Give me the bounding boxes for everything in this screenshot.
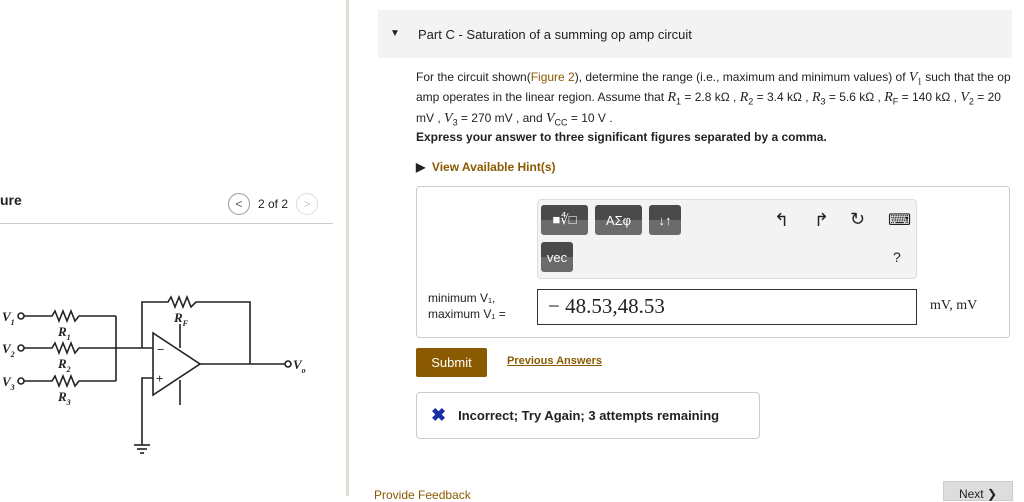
- svg-text:RF: RF: [173, 310, 189, 328]
- answer-label: minimum V₁, maximum V₁ =: [428, 291, 506, 321]
- previous-answers-link[interactable]: Previous Answers: [507, 355, 602, 367]
- next-button[interactable]: Next ❯: [943, 481, 1013, 501]
- instructions: Express your answer to three significant…: [416, 130, 827, 144]
- reset-icon[interactable]: ↻: [850, 209, 865, 230]
- feedback-text: Incorrect; Try Again; 3 attempts remaini…: [458, 408, 720, 423]
- figure-panel: ure < 2 of 2 > V1 V2 V3 R1 R2 R3 RF Vo −…: [0, 0, 346, 496]
- svg-text:+: +: [156, 371, 163, 386]
- answer-input[interactable]: − 48.53,48.53: [537, 289, 917, 325]
- greek-button[interactable]: ΑΣφ: [595, 205, 642, 235]
- divider: [0, 223, 333, 224]
- svg-text:R2: R2: [57, 356, 71, 374]
- svg-text:R1: R1: [57, 324, 71, 342]
- answer-units: mV, mV: [930, 298, 978, 313]
- view-hints-link[interactable]: ▶ View Available Hint(s): [416, 160, 556, 174]
- figure-link[interactable]: Figure 2: [531, 70, 575, 84]
- keyboard-icon[interactable]: ⌨: [888, 210, 911, 230]
- svg-text:Vo: Vo: [293, 357, 306, 375]
- help-icon[interactable]: ?: [893, 249, 901, 265]
- panel-divider[interactable]: [346, 0, 349, 496]
- collapse-caret-icon[interactable]: ▼: [390, 28, 400, 39]
- pager-text: 2 of 2: [258, 197, 289, 211]
- part-title: Part C - Saturation of a summing op amp …: [418, 27, 692, 42]
- svg-text:−: −: [157, 342, 164, 357]
- svg-text:V1: V1: [2, 309, 15, 327]
- svg-text:V3: V3: [2, 374, 15, 392]
- prev-figure-button[interactable]: <: [228, 193, 250, 215]
- math-toolbar: ■∜□ ΑΣφ ↓↑ vec ↰ ↱ ↻ ⌨ ?: [537, 199, 917, 279]
- question-prompt: For the circuit shown(Figure 2), determi…: [416, 70, 1011, 128]
- feedback-message: ✖ Incorrect; Try Again; 3 attempts remai…: [416, 392, 760, 439]
- submit-button[interactable]: Submit: [416, 348, 487, 377]
- svg-text:V2: V2: [2, 341, 15, 359]
- arrows-button[interactable]: ↓↑: [649, 205, 681, 235]
- vec-button[interactable]: vec: [541, 242, 573, 272]
- undo-icon[interactable]: ↰: [774, 210, 789, 231]
- next-figure-button[interactable]: >: [296, 193, 319, 215]
- circuit-diagram: V1 V2 V3 R1 R2 R3 RF Vo − +: [2, 294, 306, 454]
- svg-text:R3: R3: [57, 389, 71, 407]
- incorrect-icon: ✖: [431, 405, 447, 425]
- provide-feedback-link[interactable]: Provide Feedback: [374, 488, 471, 502]
- figure-pager: < 2 of 2 >: [228, 193, 319, 215]
- figure-title: ure: [0, 192, 22, 208]
- redo-icon[interactable]: ↱: [814, 210, 829, 231]
- part-header[interactable]: ▼ Part C - Saturation of a summing op am…: [378, 10, 1012, 58]
- caret-right-icon: ▶: [416, 160, 432, 174]
- templates-button[interactable]: ■∜□: [541, 205, 588, 235]
